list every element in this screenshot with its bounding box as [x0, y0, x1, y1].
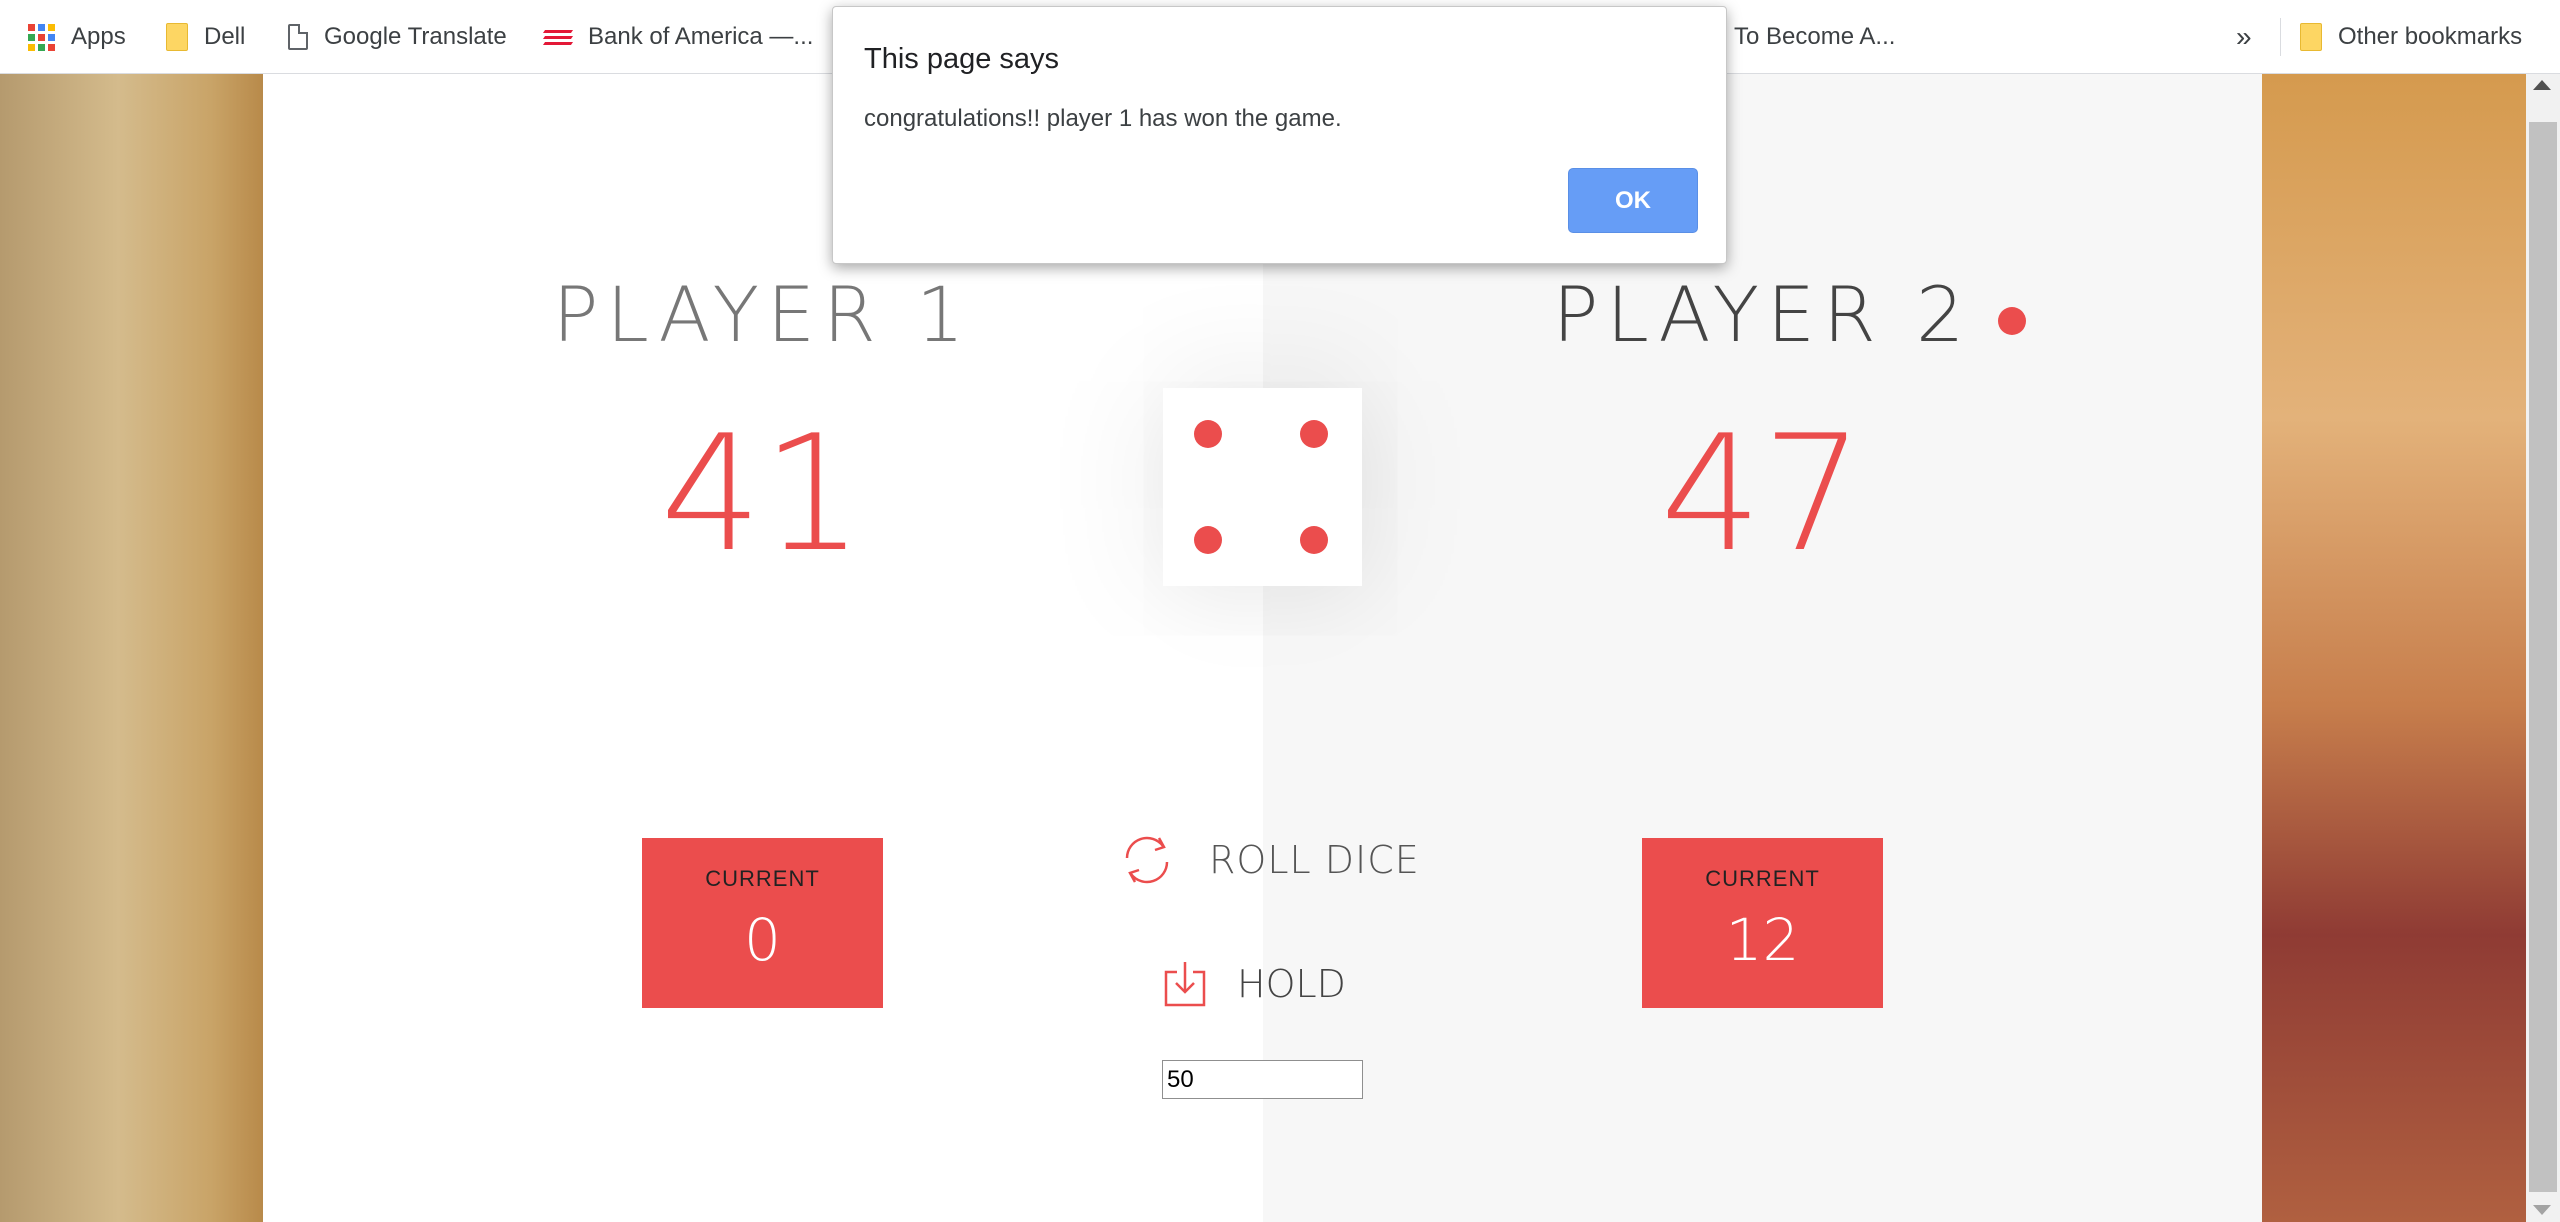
background-right: [2262, 74, 2526, 1222]
bookmark-to-become[interactable]: To Become A...: [1734, 0, 1895, 74]
bookmark-label: Google Translate: [324, 23, 507, 50]
bookmark-dell[interactable]: Dell: [166, 0, 245, 74]
player-2-current-box: CURRENT 12: [1642, 838, 1883, 1008]
apps-grid-icon: [28, 23, 55, 51]
dice-pip: [1194, 526, 1222, 554]
roll-dice-label: ROLL DICE: [1209, 838, 1420, 882]
bookmark-label: Dell: [204, 23, 246, 50]
bookmark-label: Bank of America —...: [588, 23, 814, 50]
dice: [1163, 388, 1362, 586]
page-icon: [288, 24, 308, 50]
player-2-score: 47: [1660, 400, 1864, 587]
scrollbar-thumb[interactable]: [2529, 122, 2557, 1192]
hold-button[interactable]: HOLD: [1163, 960, 1346, 1008]
more-bookmarks-button[interactable]: »: [2236, 0, 2252, 74]
dice-pip: [1194, 420, 1222, 448]
bookmarks-divider: [2280, 18, 2281, 56]
bookmark-bank-of-america[interactable]: Bank of America —...: [542, 0, 813, 74]
alert-dialog: This page says congratulations!! player …: [832, 6, 1727, 264]
player-2-name: PLAYER 2: [1552, 270, 1973, 359]
active-player-indicator-icon: [1998, 307, 2026, 335]
bookmark-label: Apps: [71, 23, 126, 50]
dialog-message: congratulations!! player 1 has won the g…: [864, 105, 1342, 132]
player-1-name: PLAYER 1: [552, 270, 973, 359]
dice-pip: [1300, 526, 1328, 554]
dialog-title: This page says: [864, 43, 1060, 75]
scroll-up-arrow-icon[interactable]: [2533, 80, 2551, 90]
bookmark-other[interactable]: Other bookmarks: [2300, 0, 2522, 74]
roll-dice-button[interactable]: ROLL DICE: [1115, 828, 1420, 892]
bookmark-label: To Become A...: [1734, 23, 1896, 50]
bookmark-label: Other bookmarks: [2338, 23, 2523, 50]
current-label: CURRENT: [1705, 866, 1820, 891]
player-2-current-score: 12: [1725, 906, 1800, 974]
folder-icon: [166, 23, 188, 51]
player-1-current-score: 0: [744, 906, 781, 974]
dice-pip: [1300, 420, 1328, 448]
bookmark-apps[interactable]: Apps: [28, 0, 126, 74]
background-left: [0, 74, 263, 1222]
scroll-down-arrow-icon[interactable]: [2533, 1205, 2551, 1215]
folder-icon: [2300, 23, 2322, 51]
hold-label: HOLD: [1237, 962, 1346, 1006]
ok-button[interactable]: OK: [1568, 168, 1698, 233]
target-score-input[interactable]: [1162, 1060, 1363, 1099]
refresh-icon: [1125, 836, 1169, 884]
download-icon: [1164, 962, 1206, 1007]
bank-of-america-icon: [542, 27, 574, 47]
current-label: CURRENT: [705, 866, 820, 891]
player-1-score: 41: [660, 400, 864, 587]
player-1-current-box: CURRENT 0: [642, 838, 883, 1008]
bookmark-google-translate[interactable]: Google Translate: [288, 0, 507, 74]
